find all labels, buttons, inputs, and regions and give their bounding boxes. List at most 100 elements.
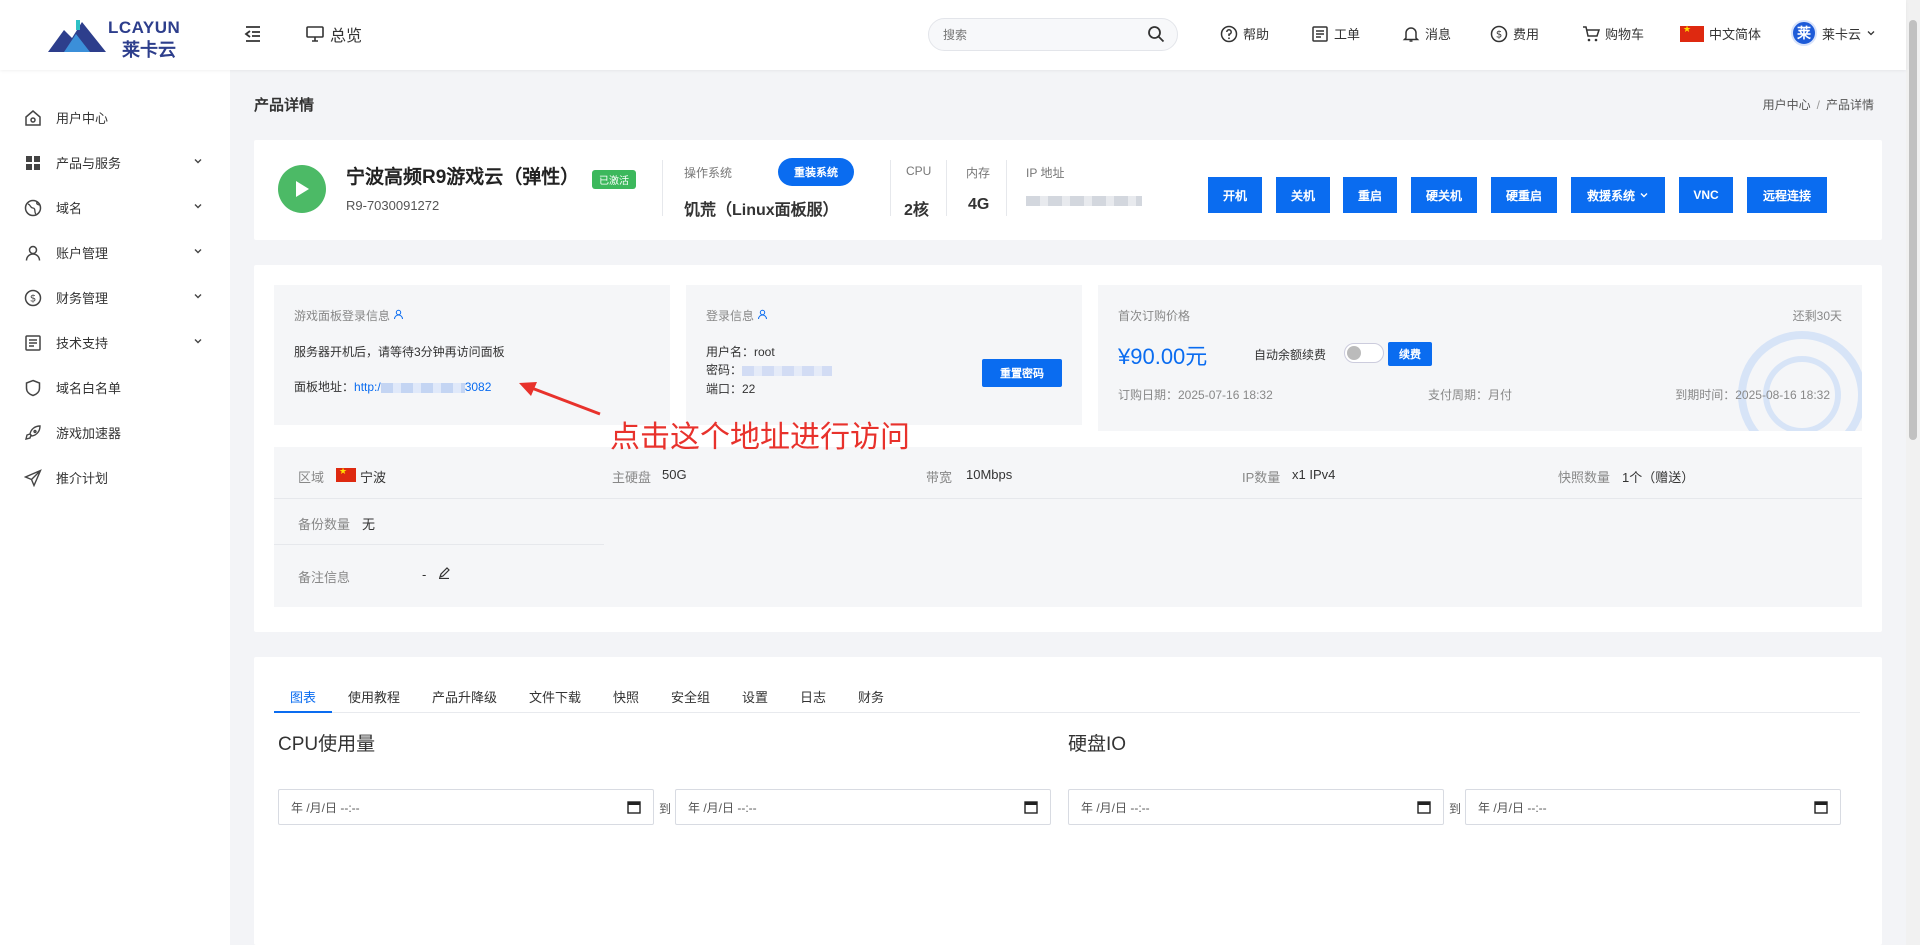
sidebar-item-support[interactable]: 技术支持 [24,333,204,352]
tab-snapshot[interactable]: 快照 [613,687,639,706]
cpu-chart-title: CPU使用量 [278,734,376,755]
price-title: 首次订购价格 [1118,309,1191,323]
product-header-card: 宁波高频R9游戏云（弹性） 已激活 R9-7030091272 操作系统 重装系… [254,140,1882,240]
help-link[interactable]: 帮助 [1220,24,1269,43]
page-scrollbar[interactable] [1906,0,1920,945]
tabs-card: 图表 使用教程 产品升降级 文件下载 快照 安全组 设置 日志 财务 CPU使用… [254,657,1882,945]
remote-connect-button[interactable]: 远程连接 [1747,177,1827,213]
watermark-logo-icon [1738,331,1862,431]
tab-upgrade[interactable]: 产品升降级 [432,687,497,706]
question-icon [1220,25,1238,42]
language-selector[interactable]: 中文简体 [1680,24,1761,43]
vnc-button[interactable]: VNC [1679,177,1733,213]
sidebar-toggle-icon[interactable] [244,24,262,44]
divider [662,160,663,216]
sidebar-item-game-accelerator[interactable]: 游戏加速器 [24,423,204,442]
power-on-button[interactable]: 开机 [1208,177,1262,213]
tab-logs[interactable]: 日志 [800,687,826,706]
divider [1006,160,1007,216]
tab-security-group[interactable]: 安全组 [671,687,710,706]
search-icon[interactable] [1147,25,1167,45]
play-status-icon[interactable] [278,165,326,213]
hard-restart-button[interactable]: 硬重启 [1491,177,1557,213]
logo[interactable]: LCAYUN 莱卡云 [46,16,186,60]
cpu-end-date-input[interactable]: 年 /月/日 --:-- [675,789,1051,825]
date-placeholder: 年 /月/日 --:-- [291,800,360,815]
sidebar-item-domain-whitelist[interactable]: 域名白名单 [24,378,204,397]
ticket-label: 工单 [1334,27,1361,42]
tab-bar: 图表 使用教程 产品升降级 文件下载 快照 安全组 设置 日志 财务 [274,677,1860,713]
memory-value: 4G [968,196,990,213]
login-info-box: 登录信息 用户名：root 密码： 端口：22 重置密码 [686,285,1082,425]
user-menu[interactable]: 莱 莱卡云 [1791,20,1876,46]
price-amount: ¥90.00元 [1118,344,1208,369]
region-value: 宁波 [360,470,387,485]
ticket-link[interactable]: 工单 [1311,24,1360,43]
cart-link[interactable]: 购物车 [1582,24,1644,43]
tab-charts[interactable]: 图表 [290,687,316,706]
billing-link[interactable]: $ 费用 [1490,24,1539,43]
disk-start-date-input[interactable]: 年 /月/日 --:-- [1068,789,1444,825]
help-label: 帮助 [1243,27,1270,42]
panel-address-row: 面板地址：http:/ 3082 [294,378,491,395]
sidebar-item-products[interactable]: 产品与服务 [24,153,204,172]
sidebar-item-domain[interactable]: 域名 [24,198,204,217]
sidebar-item-label: 域名白名单 [56,381,122,396]
region-label: 区域 [298,470,325,485]
scrollbar-thumb[interactable] [1909,20,1917,440]
calendar-icon [1417,801,1431,814]
note-value: - [422,567,427,582]
search-input[interactable] [928,18,1178,51]
reset-password-button[interactable]: 重置密码 [982,359,1062,387]
sidebar-item-label: 游戏加速器 [56,426,122,441]
disk-end-date-input[interactable]: 年 /月/日 --:-- [1465,789,1841,825]
backup-value: 无 [362,517,376,532]
user-icon [24,244,42,262]
shield-icon [24,379,42,397]
reinstall-button[interactable]: 重装系统 [778,158,854,186]
cart-label: 购物车 [1605,27,1645,42]
panel-address-link[interactable]: http:/ 3082 [354,380,491,394]
tab-tutorial[interactable]: 使用教程 [348,687,400,706]
memory-label: 内存 [966,166,991,180]
edit-icon[interactable] [438,567,450,579]
snapshot-value: 1个（赠送） [1622,470,1695,485]
sidebar-item-user-center[interactable]: 用户中心 [24,108,204,127]
chevron-down-icon [194,204,202,209]
price-box: 首次订购价格 还剩30天 ¥90.00元 自动余额续费 续费 订购日期：2025… [1098,285,1862,431]
bandwidth-value: 10Mbps [966,467,1013,482]
active-tab-underline [274,711,332,713]
login-info-title-text: 登录信息 [706,309,755,323]
rescue-system-button[interactable]: 救援系统 [1571,177,1665,213]
message-link[interactable]: 消息 [1402,24,1451,43]
tab-download[interactable]: 文件下载 [529,687,581,706]
breadcrumb-user-center[interactable]: 用户中心 [1763,98,1811,112]
panel-login-title-text: 游戏面板登录信息 [294,309,391,323]
user-icon [758,309,768,320]
tab-finance[interactable]: 财务 [858,687,884,706]
calendar-icon [627,801,641,814]
sidebar-item-label: 财务管理 [56,291,109,306]
username-value: 用户名：root [706,345,775,359]
user-icon [394,309,404,320]
restart-button[interactable]: 重启 [1343,177,1397,213]
sidebar-item-referral[interactable]: 推介计划 [24,468,204,487]
cpu-start-date-input[interactable]: 年 /月/日 --:-- [278,789,654,825]
dollar-icon: $ [24,289,42,307]
product-name: 宁波高频R9游戏云（弹性） [346,167,580,188]
hard-power-off-button[interactable]: 硬关机 [1411,177,1477,213]
port-value: 端口：22 [706,382,756,396]
svg-text:$: $ [30,293,36,304]
renew-button[interactable]: 续费 [1388,342,1432,366]
auto-renew-toggle[interactable] [1344,343,1384,363]
panel-address-suffix: 3082 [464,380,492,394]
sidebar-item-finance[interactable]: $ 财务管理 [24,288,204,307]
ip-label: IP 地址 [1026,166,1065,180]
overview-link[interactable]: 总览 [306,22,362,46]
remaining-days: 还剩30天 [1792,309,1842,323]
calendar-icon [1024,801,1038,814]
tab-settings[interactable]: 设置 [742,687,768,706]
sidebar-item-account[interactable]: 账户管理 [24,243,204,262]
ip-count-value: x1 IPv4 [1292,467,1336,482]
power-off-button[interactable]: 关机 [1276,177,1330,213]
